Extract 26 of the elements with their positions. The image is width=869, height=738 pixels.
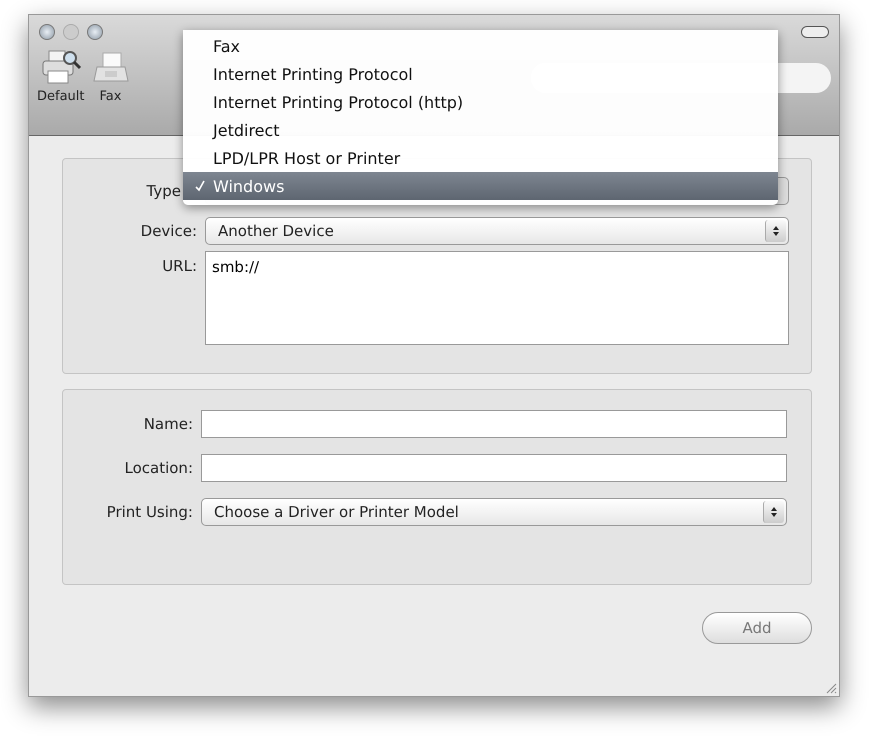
location-field[interactable] xyxy=(201,454,787,482)
menu-item[interactable]: LPD/LPR Host or Printer xyxy=(183,144,778,172)
close-button[interactable] xyxy=(39,24,55,40)
menu-item[interactable]: Fax xyxy=(183,32,778,60)
menu-item[interactable]: Internet Printing Protocol (http) xyxy=(183,88,778,116)
checkmark-icon xyxy=(195,180,205,192)
zoom-button[interactable] xyxy=(87,24,103,40)
menu-item[interactable]: Windows xyxy=(183,172,778,200)
print-using-popup[interactable]: Choose a Driver or Printer Model xyxy=(201,498,787,526)
default-toolbar-button[interactable]: Default xyxy=(37,49,84,104)
resize-grip-icon xyxy=(825,682,837,694)
name-label: Name: xyxy=(142,415,194,433)
menu-item[interactable]: Jetdirect xyxy=(183,116,778,144)
stepper-arrows-icon xyxy=(765,220,786,242)
type-label: Type xyxy=(146,182,181,200)
device-popup[interactable]: Another Device xyxy=(205,217,789,245)
fax-toolbar-button[interactable]: Fax xyxy=(92,49,128,104)
device-label: Device: xyxy=(140,222,198,240)
print-using-label: Print Using: xyxy=(106,503,194,521)
url-field[interactable]: smb:// xyxy=(205,251,789,345)
toolbar-toggle-button[interactable] xyxy=(801,26,829,38)
location-label: Location: xyxy=(124,459,194,477)
menu-item[interactable]: Internet Printing Protocol xyxy=(183,60,778,88)
stepper-arrows-icon xyxy=(763,501,784,523)
name-field[interactable] xyxy=(201,410,787,438)
url-label: URL: xyxy=(161,257,198,275)
